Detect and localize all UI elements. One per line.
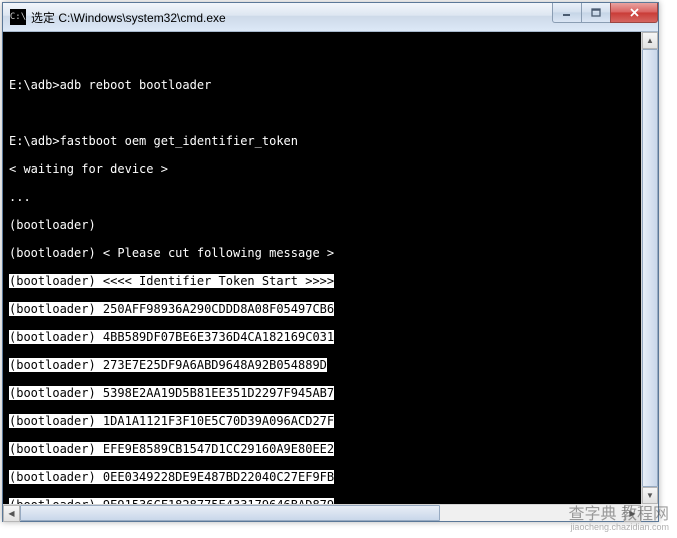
- token-line: 0EE0349228DE9E487BD22040C27EF9FB: [96, 470, 334, 484]
- window-controls: [553, 3, 658, 23]
- bootloader-tag: (bootloader): [9, 470, 96, 484]
- token-line: 4BB589DF07BE6E3736D4CA182169C031: [96, 330, 334, 344]
- token-line: 273E7E25DF9A6ABD9648A92B054889D: [96, 358, 327, 372]
- bootloader-tag: (bootloader): [9, 442, 96, 456]
- cmd-icon: C:\: [10, 9, 26, 25]
- token-line: EFE9E8589CB1547D1CC29160A9E80EE2: [96, 442, 334, 456]
- cut-message: < Please cut following message >: [96, 246, 334, 260]
- bootloader-tag: (bootloader): [9, 414, 96, 428]
- bootloader-tag: (bootloader): [9, 386, 96, 400]
- vertical-scrollbar[interactable]: ▲ ▼: [641, 32, 658, 504]
- minimize-button[interactable]: [552, 3, 582, 23]
- token-start: <<<< Identifier Token Start >>>>: [96, 274, 334, 288]
- window-title: 选定 C:\Windows\system32\cmd.exe: [31, 9, 226, 26]
- command-text: fastboot oem get_identifier_token: [60, 134, 298, 148]
- scrollbar-corner: [641, 504, 658, 521]
- cmd-window: C:\ 选定 C:\Windows\system32\cmd.exe E:\ad…: [2, 2, 659, 522]
- scroll-thumb-vertical[interactable]: [642, 49, 658, 487]
- bootloader-tag: (bootloader): [9, 330, 96, 344]
- terminal-content: E:\adb>adb reboot bootloader E:\adb>fast…: [3, 32, 658, 521]
- titlebar[interactable]: C:\ 选定 C:\Windows\system32\cmd.exe: [3, 3, 658, 32]
- scroll-down-arrow-icon[interactable]: ▼: [642, 487, 658, 504]
- scroll-up-arrow-icon[interactable]: ▲: [642, 32, 658, 49]
- output-line: ...: [9, 190, 658, 204]
- bootloader-tag: (bootloader): [9, 218, 96, 232]
- maximize-button[interactable]: [581, 3, 611, 23]
- token-line: 5398E2AA19D5B81EE351D2297F945AB7: [96, 386, 334, 400]
- watermark-subtext: jiaocheng.chazidian.com: [569, 522, 669, 532]
- horizontal-scrollbar[interactable]: ◀ ▶: [3, 504, 641, 521]
- bootloader-tag: (bootloader): [9, 302, 96, 316]
- bootloader-tag: (bootloader): [9, 274, 96, 288]
- prompt: E:\adb>: [9, 134, 60, 148]
- token-line: 1DA1A1121F3F10E5C70D39A096ACD27F: [96, 414, 334, 428]
- scroll-right-arrow-icon[interactable]: ▶: [624, 505, 641, 522]
- scroll-left-arrow-icon[interactable]: ◀: [3, 505, 20, 522]
- output-line: < waiting for device >: [9, 162, 658, 176]
- bootloader-tag: (bootloader): [9, 246, 96, 260]
- scroll-thumb-horizontal[interactable]: [20, 505, 440, 521]
- terminal-area[interactable]: E:\adb>adb reboot bootloader E:\adb>fast…: [3, 32, 658, 521]
- bootloader-tag: (bootloader): [9, 358, 96, 372]
- close-button[interactable]: [610, 3, 658, 23]
- prompt: E:\adb>: [9, 78, 60, 92]
- command-text: adb reboot bootloader: [60, 78, 212, 92]
- token-line: 250AFF98936A290CDDD8A08F05497CB6: [96, 302, 334, 316]
